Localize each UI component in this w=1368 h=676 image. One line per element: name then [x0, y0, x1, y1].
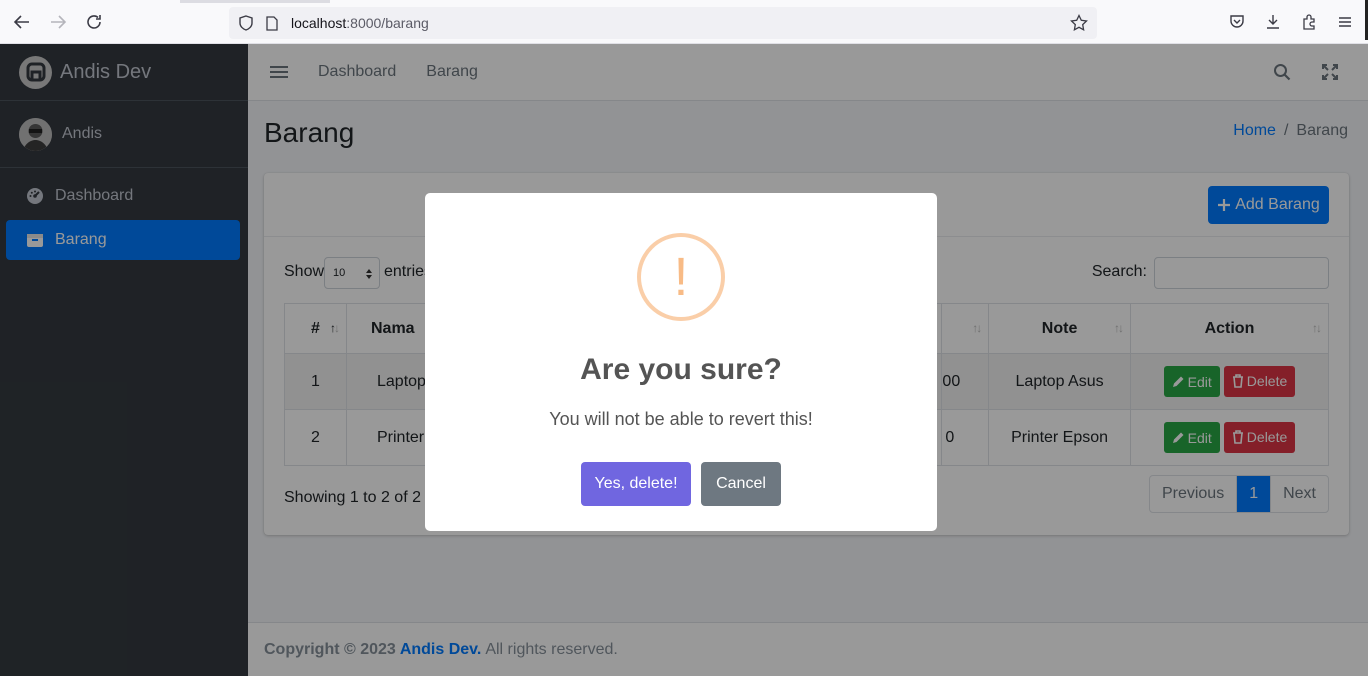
browser-tools [1226, 8, 1356, 36]
download-icon[interactable] [1262, 8, 1284, 36]
browser-toolbar: localhost:8000/barang [0, 0, 1368, 44]
warning-mark: ! [673, 247, 689, 307]
forward-button[interactable] [40, 4, 76, 40]
confirm-delete-button[interactable]: Yes, delete! [581, 462, 691, 506]
warning-icon: ! [637, 233, 725, 321]
arrow-right-icon [51, 14, 67, 29]
arrow-left-icon [13, 14, 29, 29]
shield-icon[interactable] [237, 14, 255, 32]
dialog-text: You will not be able to revert this! [549, 409, 813, 429]
back-button[interactable] [4, 4, 40, 40]
url-bar[interactable]: localhost:8000/barang [229, 7, 1097, 39]
confirm-dialog: ! Are you sure? You will not be able to … [425, 193, 937, 531]
reload-button[interactable] [76, 4, 112, 40]
url-path: :8000/barang [346, 15, 429, 31]
pocket-icon[interactable] [1226, 8, 1248, 36]
bookmark-star-icon[interactable] [1069, 13, 1089, 33]
extensions-icon[interactable] [1298, 8, 1320, 36]
menu-icon[interactable] [1334, 8, 1356, 36]
url-host: localhost [291, 15, 347, 31]
cancel-button[interactable]: Cancel [701, 462, 781, 506]
dialog-title: Are you sure? [580, 353, 782, 386]
url-text[interactable]: localhost:8000/barang [291, 15, 429, 31]
tab-strip [180, 0, 330, 3]
page-icon [265, 15, 279, 31]
dialog-actions: Yes, delete! Cancel [425, 462, 937, 506]
reload-icon [87, 14, 101, 29]
